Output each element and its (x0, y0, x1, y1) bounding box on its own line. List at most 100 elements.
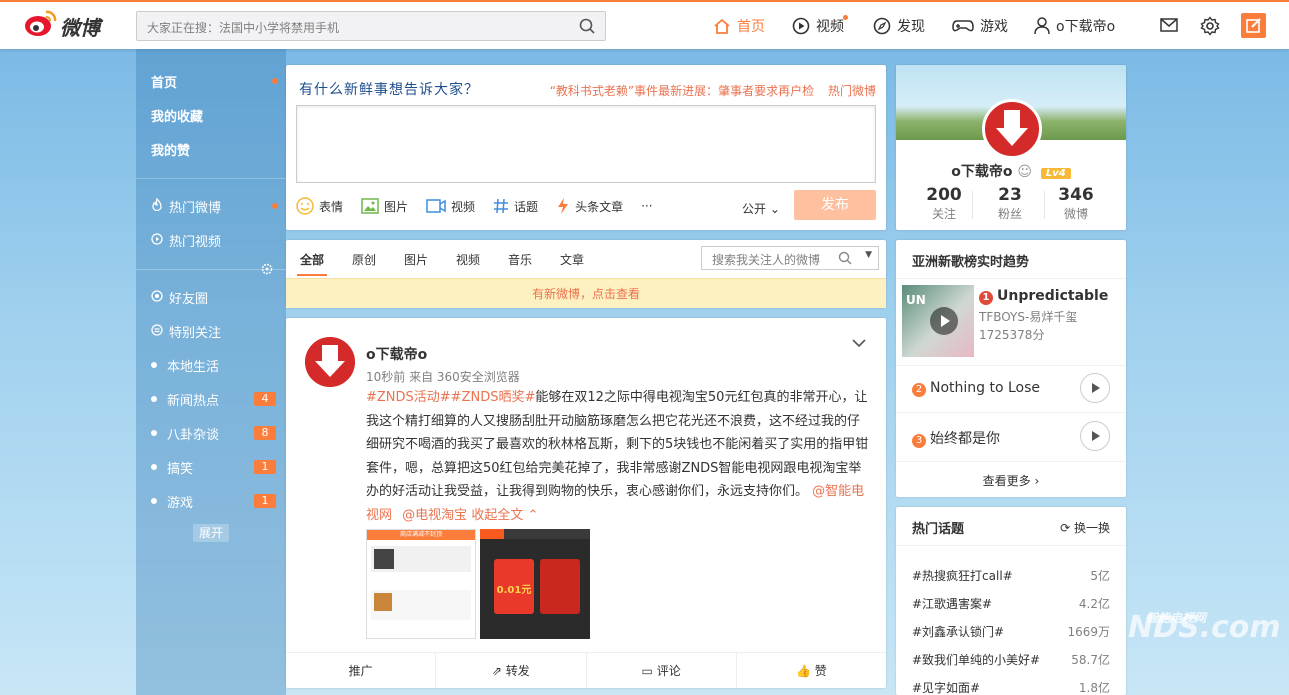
download-arrow-icon (305, 337, 355, 387)
sidebar-item-gossip[interactable]: 八卦杂谈 8 (136, 418, 286, 448)
stat-followers[interactable]: 23 粉丝 (972, 185, 1048, 222)
profile-name[interactable]: o下载帝o ☺ Lv4 (896, 161, 1126, 181)
song-title[interactable]: 1 Unpredictable (979, 288, 1108, 305)
publish-prompt: 有什么新鲜事想告诉大家？ (299, 82, 479, 98)
expand-button[interactable]: 展开 (193, 524, 229, 542)
topic-item[interactable]: #致我们单纯的小美好# 58.7亿 (912, 651, 1110, 668)
nav-game[interactable]: 游戏 (952, 16, 1008, 36)
bullet-icon (151, 362, 157, 368)
sidebar-item-home[interactable]: 首页 (136, 66, 286, 96)
post-image[interactable]: 0.01元 (480, 529, 590, 639)
caret-down-icon[interactable]: ▼ (865, 250, 872, 260)
hot-weibo-link[interactable]: 热门微博 (828, 84, 876, 98)
sidebar-item-hot-weibo[interactable]: 热门微博 (136, 191, 286, 221)
sidebar-item-hot-video[interactable]: 热门视频 (136, 225, 286, 255)
tab-videos[interactable]: 视频 (456, 251, 480, 268)
search-icon[interactable] (838, 251, 852, 268)
sidebar-item-favorites[interactable]: 我的收藏 (136, 100, 286, 130)
author-name[interactable]: o下载帝o (366, 344, 427, 364)
song-name: 始终都是你 (930, 431, 1000, 447)
author-avatar[interactable] (305, 337, 355, 387)
tab-images[interactable]: 图片 (404, 251, 428, 268)
like-button[interactable]: 👍 赞 (737, 653, 886, 688)
tab-articles[interactable]: 文章 (560, 251, 584, 268)
sidebar-item-label: 搞笑 (167, 461, 194, 477)
stat-posts[interactable]: 346 微博 (1038, 185, 1114, 222)
sidebar-item-friends-circle[interactable]: 好友圈 (136, 282, 286, 312)
topic-item[interactable]: #江歌遇害案# 4.2亿 (912, 595, 1110, 612)
article-button[interactable]: 头条文章 (556, 197, 623, 215)
tab-all[interactable]: 全部 (300, 251, 324, 268)
more-button[interactable]: ··· (641, 197, 652, 215)
publish-button[interactable]: 发布 (794, 190, 876, 220)
topic-item[interactable]: #刘鑫承认锁门# 1669万 (912, 623, 1110, 640)
image-button[interactable]: 图片 (361, 197, 408, 215)
stat-number: 23 (998, 185, 1022, 205)
chevron-down-icon[interactable] (852, 336, 866, 352)
stat-following[interactable]: 200 关注 (906, 185, 982, 222)
sidebar-item-label: 新闻热点 (167, 393, 220, 409)
video-button[interactable]: 视频 (426, 197, 475, 215)
topic-count: 5亿 (1090, 569, 1110, 583)
compose-button[interactable] (1241, 13, 1266, 38)
profile-avatar[interactable] (982, 99, 1042, 159)
nav-home[interactable]: 首页 (713, 16, 765, 36)
mail-icon[interactable] (1160, 18, 1178, 35)
sidebar-item-special-follow[interactable]: 特别关注 (136, 316, 286, 346)
play-icon[interactable] (930, 307, 958, 335)
feed-search-input[interactable]: 搜索我关注人的微博 ▼ (701, 246, 879, 270)
level-badge[interactable]: Lv4 (1040, 168, 1071, 179)
hot-topics-title[interactable]: 热门话题 (912, 518, 964, 537)
nav-user[interactable]: o下载帝o (1034, 16, 1115, 36)
play-button[interactable] (1080, 421, 1110, 451)
refresh-button[interactable]: ⟳ 换一换 (1060, 519, 1110, 536)
search-icon[interactable] (579, 18, 595, 37)
nav-video[interactable]: 视频 (792, 15, 848, 36)
sidebar-item-label: 特别关注 (169, 325, 222, 341)
post-hashtags[interactable]: #ZNDS活动##ZNDS晒奖# (366, 390, 535, 405)
image-icon (361, 198, 379, 214)
album-cover[interactable]: UN (902, 285, 974, 357)
topic-button[interactable]: 话题 (493, 197, 538, 215)
share-icon: ⇗ (491, 664, 506, 678)
see-more-link[interactable]: 查看更多 › (896, 472, 1126, 489)
sidebar-item-likes[interactable]: 我的赞 (136, 134, 286, 164)
weibo-logo[interactable]: 微博 (24, 8, 108, 42)
repost-button[interactable]: ⇗ 转发 (436, 653, 587, 688)
sidebar-item-label: 游戏 (167, 495, 194, 511)
sidebar-item-news[interactable]: 新闻热点 4 (136, 384, 286, 414)
global-search-input[interactable]: 大家正在搜：法国中小学将禁用手机 (136, 11, 606, 41)
sidebar-item-local-life[interactable]: 本地生活 (136, 350, 286, 380)
nav-discover[interactable]: 发现 (873, 16, 925, 36)
emoji-button[interactable]: 表情 (296, 197, 343, 215)
play-button[interactable] (1080, 373, 1110, 403)
post-image[interactable]: 商店满减不封顶 (366, 529, 476, 639)
eye-icon (151, 323, 163, 339)
sidebar-item-funny[interactable]: 搞笑 1 (136, 452, 286, 482)
promote-label: 推广 (348, 664, 373, 678)
comment-button[interactable]: ▭ 评论 (587, 653, 737, 688)
topic-item[interactable]: #见字如面# 1.8亿 (912, 679, 1110, 695)
rank-badge: 2 (912, 383, 926, 397)
visibility-select[interactable]: 公开 ⌄ (742, 200, 780, 217)
new-feed-notice[interactable]: 有新微博，点击查看 (286, 278, 886, 308)
song-artist[interactable]: TFBOYS-易烊千玺 (979, 308, 1077, 325)
song-item[interactable]: 3 始终都是你 (912, 428, 1000, 448)
sidebar-settings-icon[interactable] (261, 263, 273, 278)
publish-textarea[interactable] (296, 105, 876, 183)
song-item[interactable]: 2 Nothing to Lose (912, 380, 1040, 397)
music-chart-title[interactable]: 亚洲新歌榜实时趋势 (912, 251, 1029, 270)
promote-button[interactable]: 推广 (286, 653, 437, 688)
comment-label: 评论 (656, 664, 681, 678)
topic-item[interactable]: #热搜疯狂打call# 5亿 (912, 567, 1110, 584)
tab-original[interactable]: 原创 (352, 251, 376, 268)
tab-music[interactable]: 音乐 (508, 251, 532, 268)
collapse-link[interactable]: 收起全文 (471, 508, 523, 523)
sidebar-item-game[interactable]: 游戏 1 (136, 486, 286, 516)
mention-link[interactable]: @电视淘宝 (402, 508, 467, 523)
gear-icon[interactable] (1200, 16, 1220, 39)
hot-news-link[interactable]: “教科书式老赖”事件最新进展：肇事者要求再户检 (550, 84, 814, 98)
see-more-label: 查看更多 (982, 474, 1031, 488)
hashtag-icon (494, 198, 509, 214)
chevron-up-icon[interactable]: ⌃ (527, 508, 538, 523)
